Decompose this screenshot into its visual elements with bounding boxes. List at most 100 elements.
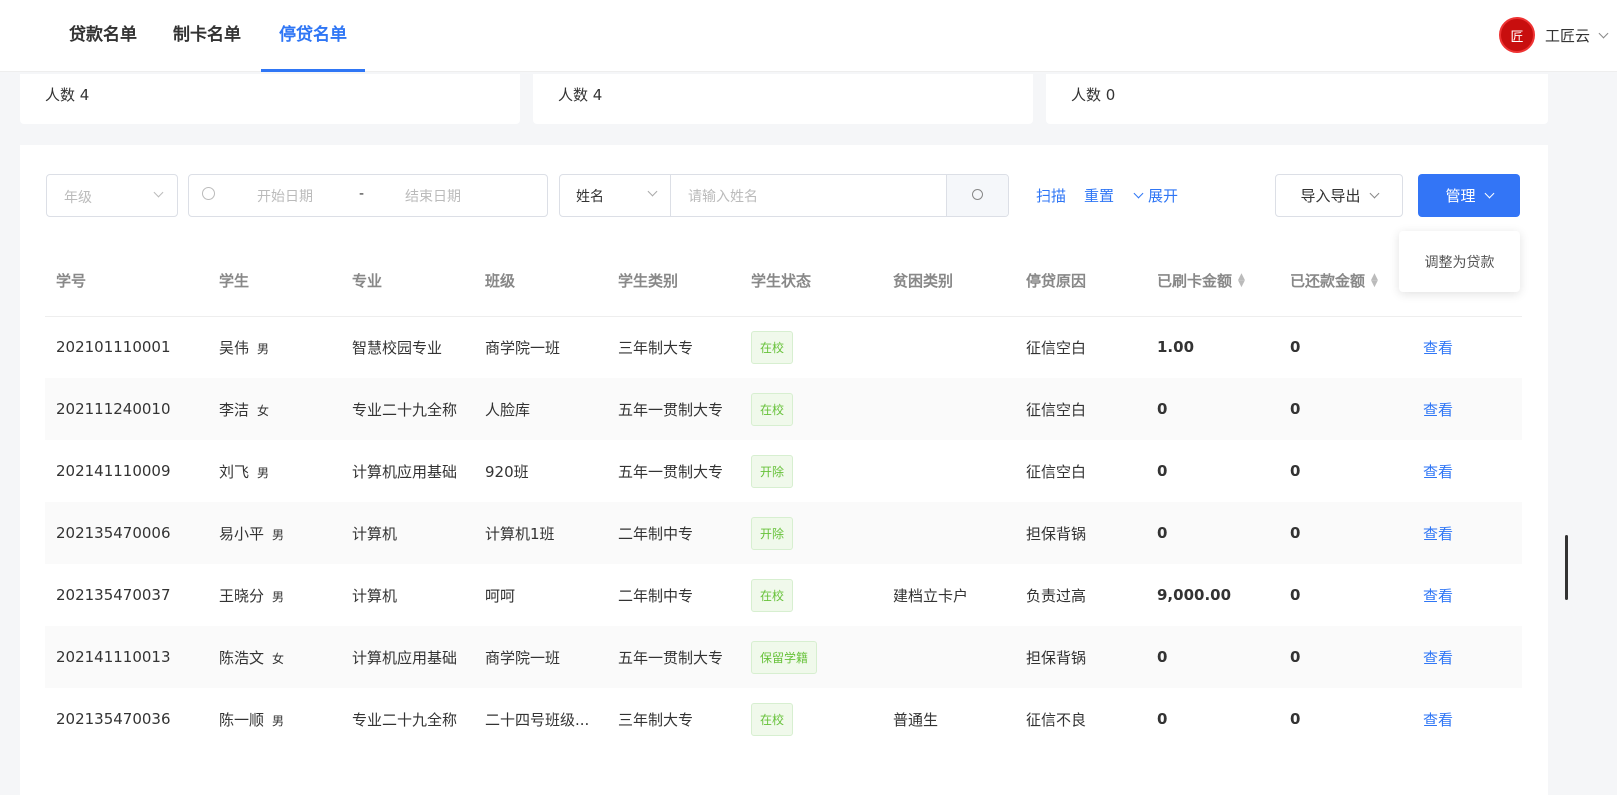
student-name: 陈一顺 [219, 710, 265, 729]
major: 专业二十九全称 [352, 710, 458, 729]
cell-student-id: 202141110013 [45, 626, 208, 688]
date-range-picker[interactable]: 开始日期 - 结束日期 [188, 174, 548, 217]
stat-card: 人数 4 [20, 74, 520, 124]
column-header: 班级 [474, 245, 607, 317]
cell-student-type: 五年一贯制大专 [607, 440, 740, 502]
cell-student-id: 202135470037 [45, 564, 208, 626]
view-link[interactable]: 查看 [1423, 587, 1453, 605]
student-name: 王晓分 [219, 586, 265, 605]
view-link[interactable]: 查看 [1423, 649, 1453, 667]
menu-item-adjust-to-loan[interactable]: 调整为贷款 [1425, 252, 1495, 272]
column-header-label: 已还款金额 [1290, 271, 1366, 290]
class: 呵呵 [485, 586, 516, 605]
cell-major: 计算机应用基础 [341, 626, 474, 688]
student-id: 202141110009 [56, 462, 171, 480]
class: 920班 [485, 462, 529, 481]
cell-card-amount: 1.00 [1146, 316, 1279, 378]
main-panel: 年级 开始日期 - 结束日期 姓名 请输入姓名 扫描 重置 展开 导入导出 管理… [20, 145, 1548, 795]
view-link[interactable]: 查看 [1423, 711, 1453, 729]
scan-link[interactable]: 扫描 [1036, 185, 1066, 206]
sort-icon[interactable]: ▲ ▼ [1371, 273, 1378, 289]
poverty-type: 建档立卡户 [893, 586, 969, 605]
stop-reason: 担保背锅 [1026, 524, 1087, 543]
expand-link[interactable]: 展开 [1133, 185, 1178, 206]
view-link[interactable]: 查看 [1423, 525, 1453, 543]
student-gender: 男 [272, 713, 285, 728]
cell-view-link: 查看 [1412, 688, 1522, 750]
cell-repaid-amount: 0 [1279, 688, 1412, 750]
column-header-label: 停贷原因 [1026, 271, 1087, 290]
cell-major: 计算机 [341, 564, 474, 626]
search-button[interactable] [946, 175, 1008, 216]
cell-status-badge: 开除 [740, 502, 882, 564]
field-select[interactable]: 姓名 [560, 175, 671, 216]
tab-stop-loan-list[interactable]: 停贷名单 [261, 0, 365, 72]
cell-poverty-type: 建档立卡户 [882, 564, 1015, 626]
cell-poverty-type [882, 316, 1015, 378]
cell-major: 专业二十九全称 [341, 688, 474, 750]
cell-class: 920班 [474, 440, 607, 502]
import-export-button[interactable]: 导入导出 [1275, 174, 1403, 217]
reset-link[interactable]: 重置 [1084, 185, 1114, 206]
column-header[interactable]: 已还款金额 ▲ ▼ [1279, 245, 1412, 317]
cell-card-amount: 9,000.00 [1146, 564, 1279, 626]
repaid-amount: 0 [1290, 338, 1301, 357]
cell-class: 二十四号班级... [474, 688, 607, 750]
column-header-label: 学生类别 [618, 271, 679, 290]
cell-student-name: 吴伟男 [208, 316, 341, 378]
tab-card-list[interactable]: 制卡名单 [173, 0, 241, 72]
name-input[interactable]: 请输入姓名 [688, 186, 938, 206]
scrollbar[interactable] [1565, 535, 1568, 600]
class: 人脸库 [485, 400, 531, 419]
grade-select[interactable]: 年级 [46, 174, 178, 217]
column-header-label: 学号 [56, 271, 87, 290]
cell-stop-reason: 征信不良 [1015, 688, 1146, 750]
major: 智慧校园专业 [352, 338, 443, 357]
cell-repaid-amount: 0 [1279, 316, 1412, 378]
start-date-input[interactable]: 开始日期 [257, 186, 313, 206]
view-link[interactable]: 查看 [1423, 339, 1453, 357]
cell-status-badge: 保留学籍 [740, 626, 882, 688]
column-header-label: 贫困类别 [893, 271, 954, 290]
cell-status-badge: 在校 [740, 378, 882, 440]
sort-icon[interactable]: ▲ ▼ [1238, 273, 1245, 289]
cell-view-link: 查看 [1412, 378, 1522, 440]
student-name: 陈浩文 [219, 648, 265, 667]
cell-student-type: 二年制中专 [607, 502, 740, 564]
major: 计算机 [352, 586, 398, 605]
cell-stop-reason: 负责过高 [1015, 564, 1146, 626]
view-link[interactable]: 查看 [1423, 463, 1453, 481]
cell-student-id: 202111240010 [45, 378, 208, 440]
grade-placeholder: 年级 [64, 190, 92, 206]
cell-student-name: 陈一顺男 [208, 688, 341, 750]
repaid-amount: 0 [1290, 710, 1301, 728]
status-badge: 开除 [751, 516, 794, 550]
stop-reason: 负责过高 [1026, 586, 1087, 605]
stop-reason: 征信不良 [1026, 710, 1087, 729]
column-header: 学号 [45, 245, 208, 317]
status-badge: 在校 [751, 702, 794, 736]
repaid-amount: 0 [1290, 400, 1301, 418]
major: 专业二十九全称 [352, 400, 458, 419]
cell-card-amount: 0 [1146, 502, 1279, 564]
status-badge: 在校 [751, 578, 794, 612]
cell-major: 智慧校园专业 [341, 316, 474, 378]
cell-repaid-amount: 0 [1279, 564, 1412, 626]
status-badge: 在校 [751, 330, 794, 364]
student-gender: 男 [272, 589, 285, 604]
manage-button[interactable]: 管理 [1418, 174, 1520, 217]
user-menu[interactable]: 匠 工匠云 [1498, 17, 1609, 53]
tab-loan-list[interactable]: 贷款名单 [69, 0, 137, 72]
column-header-label: 专业 [352, 271, 383, 290]
top-nav: 贷款名单 制卡名单 停贷名单 匠 工匠云 [0, 0, 1617, 72]
column-header[interactable]: 已刷卡金额 ▲ ▼ [1146, 245, 1279, 317]
repaid-amount: 0 [1290, 524, 1301, 542]
repaid-amount: 0 [1290, 648, 1301, 666]
view-link[interactable]: 查看 [1423, 401, 1453, 419]
column-header-label: 班级 [485, 271, 516, 290]
cell-status-badge: 在校 [740, 564, 882, 626]
end-date-input[interactable]: 结束日期 [405, 186, 461, 206]
cell-view-link: 查看 [1412, 626, 1522, 688]
cell-poverty-type [882, 626, 1015, 688]
clock-icon [202, 187, 215, 200]
